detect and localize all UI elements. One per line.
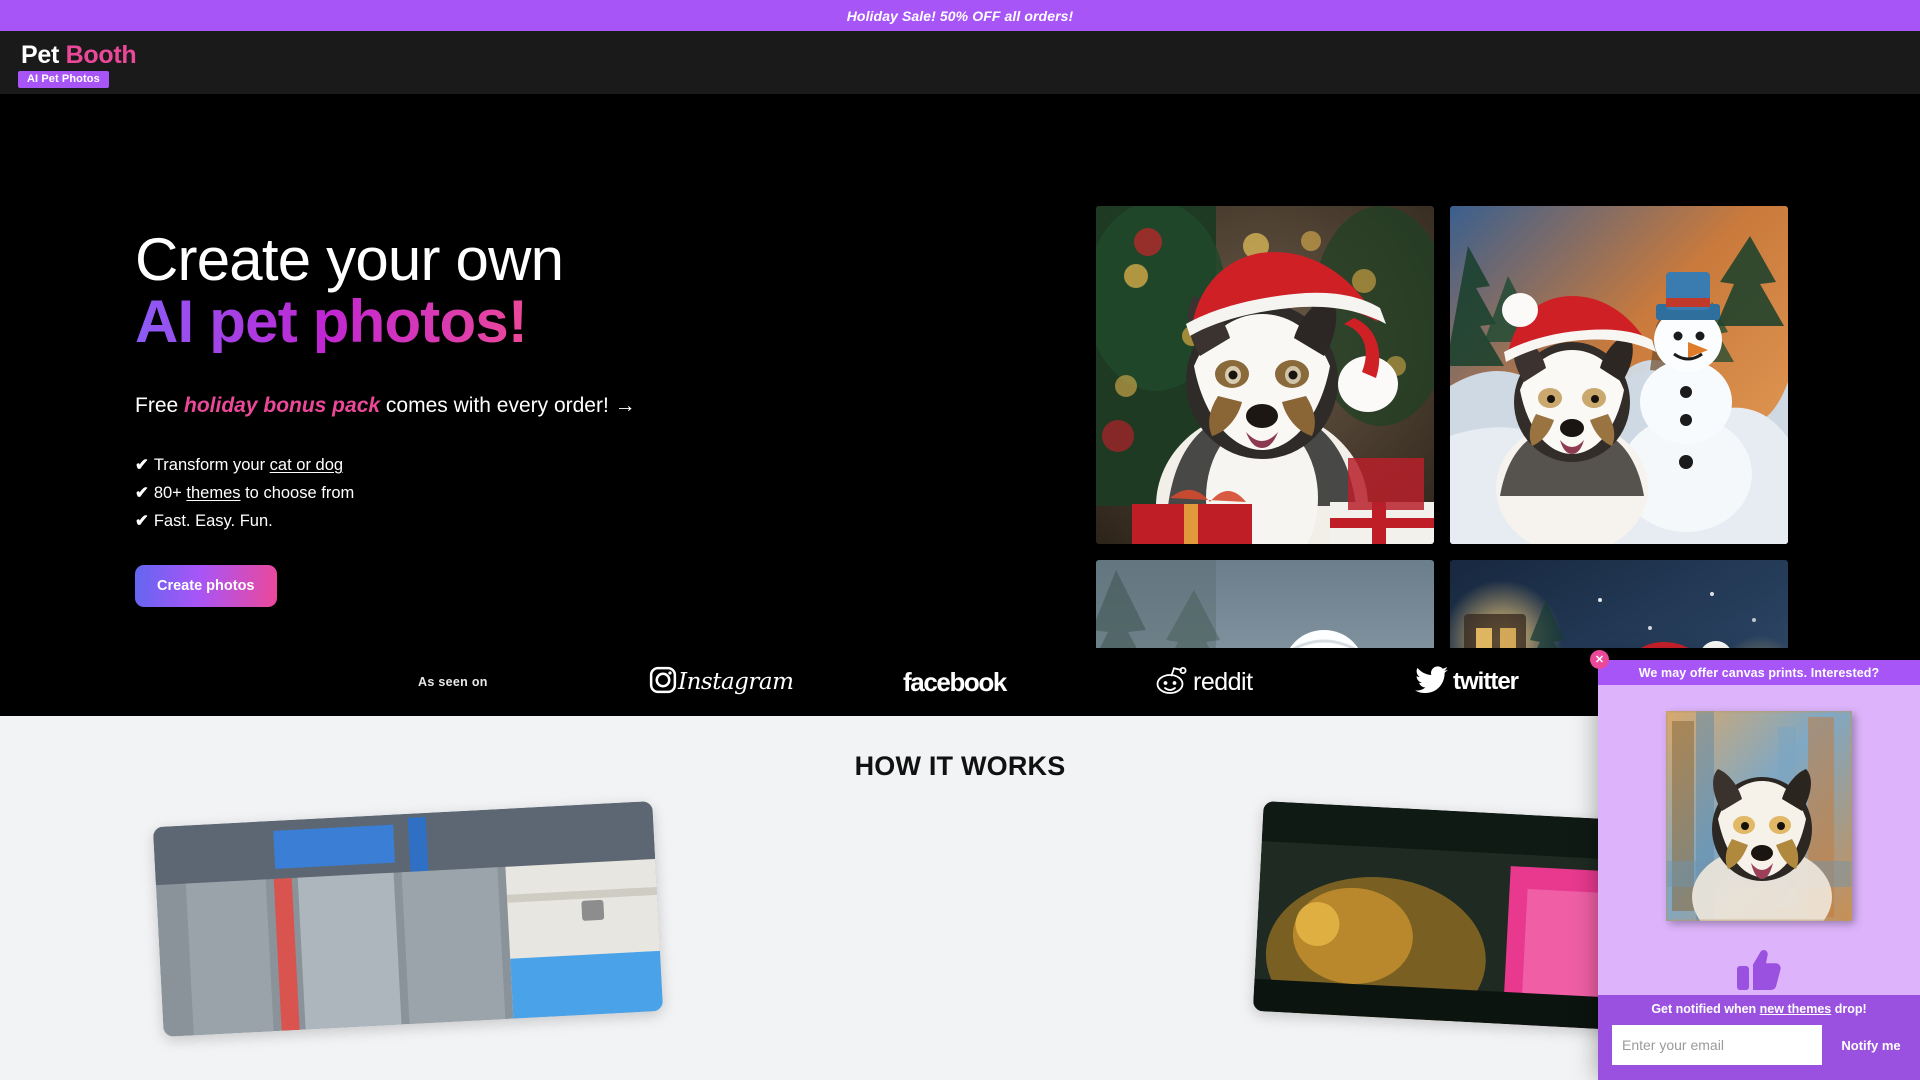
logo-badge: AI Pet Photos xyxy=(18,71,109,88)
popup-footer: Get notified when new themes drop! Notif… xyxy=(1598,995,1920,1080)
notify-form: Notify me xyxy=(1598,1025,1920,1065)
headline-line-1: Create your own xyxy=(135,229,775,291)
list-item-text-post: to choose from xyxy=(241,484,355,502)
list-item: ✔ 80+ themes to choose from xyxy=(135,479,775,507)
list-item-text: Transform your xyxy=(154,456,270,474)
gallery-image-dog-snowman-painting[interactable] xyxy=(1450,206,1788,544)
brand-twitter[interactable]: twitter xyxy=(1415,666,1518,699)
canvas-print-preview[interactable] xyxy=(1666,711,1852,921)
list-item: ✔ Transform your cat or dog xyxy=(135,451,775,479)
logo-first-word: Pet xyxy=(21,41,59,69)
popup-footer-link[interactable]: new themes xyxy=(1760,1002,1832,1016)
check-icon: ✔ xyxy=(135,456,149,474)
hero-subtitle: Free holiday bonus pack comes with every… xyxy=(135,393,775,419)
brand-instagram[interactable]: Instagram xyxy=(648,665,793,700)
reddit-icon xyxy=(1155,665,1189,700)
list-item: ✔ Fast. Easy. Fun. xyxy=(135,507,775,535)
popup-footer-text: Get notified when new themes drop! xyxy=(1598,1002,1920,1016)
hero-gallery xyxy=(1096,206,1796,716)
close-icon[interactable]: ✕ xyxy=(1590,650,1609,669)
page-root: Holiday Sale! 50% OFF all orders! Pet Bo… xyxy=(0,0,1920,1080)
popup-footer-pre: Get notified when xyxy=(1651,1002,1759,1016)
arrow-icon: → xyxy=(615,394,636,417)
as-seen-on-label: As seen on xyxy=(418,675,488,689)
logo-second-word: Booth xyxy=(66,41,137,69)
twitter-bird-icon xyxy=(1415,666,1449,699)
notify-me-button[interactable]: Notify me xyxy=(1822,1025,1920,1065)
announcement-bar[interactable]: Holiday Sale! 50% OFF all orders! xyxy=(0,0,1920,31)
email-field[interactable] xyxy=(1612,1025,1822,1065)
list-item-text: Fast. Easy. Fun. xyxy=(154,512,273,530)
popup-header-text: We may offer canvas prints. Interested? xyxy=(1639,666,1880,680)
subtitle-emphasis: holiday bonus pack xyxy=(184,394,380,417)
twitter-wordmark: twitter xyxy=(1453,668,1518,696)
gallery-image-dog-santa-tree[interactable] xyxy=(1096,206,1434,544)
hero-section: Create your own AI pet photos! Free holi… xyxy=(0,94,1920,716)
feature-list: ✔ Transform your cat or dog ✔ 80+ themes t… xyxy=(135,451,775,535)
list-item-link[interactable]: themes xyxy=(186,484,240,502)
list-item-text: 80+ xyxy=(154,484,187,502)
instagram-icon xyxy=(648,665,678,700)
check-icon: ✔ xyxy=(135,484,149,502)
thumbs-up-icon xyxy=(1598,947,1920,995)
popup-header: We may offer canvas prints. Interested? xyxy=(1598,660,1920,685)
check-icon: ✔ xyxy=(135,512,149,530)
canvas-prints-popup: ✕ We may offer canvas prints. Interested… xyxy=(1598,660,1920,1080)
instagram-wordmark: Instagram xyxy=(678,669,793,695)
brand-facebook[interactable]: facebook xyxy=(903,667,1006,698)
reddit-wordmark: reddit xyxy=(1193,668,1253,697)
site-header: Pet Booth AI Pet Photos xyxy=(0,31,1920,94)
create-photos-button[interactable]: Create photos xyxy=(135,565,277,607)
facebook-wordmark: facebook xyxy=(903,667,1006,698)
popup-footer-post: drop! xyxy=(1831,1002,1866,1016)
subtitle-pre: Free xyxy=(135,394,184,417)
popup-body xyxy=(1598,685,1920,947)
subtitle-post: comes with every order! xyxy=(380,394,615,417)
how-it-works-card-left[interactable] xyxy=(153,801,663,1037)
announcement-text: Holiday Sale! 50% OFF all orders! xyxy=(847,8,1074,24)
hero-copy: Create your own AI pet photos! Free holi… xyxy=(135,229,775,607)
page-title: Create your own AI pet photos! xyxy=(135,229,775,353)
list-item-link[interactable]: cat or dog xyxy=(270,456,343,474)
headline-line-2: AI pet photos! xyxy=(135,291,527,353)
brand-reddit[interactable]: reddit xyxy=(1155,665,1253,700)
logo[interactable]: Pet Booth xyxy=(21,40,136,70)
